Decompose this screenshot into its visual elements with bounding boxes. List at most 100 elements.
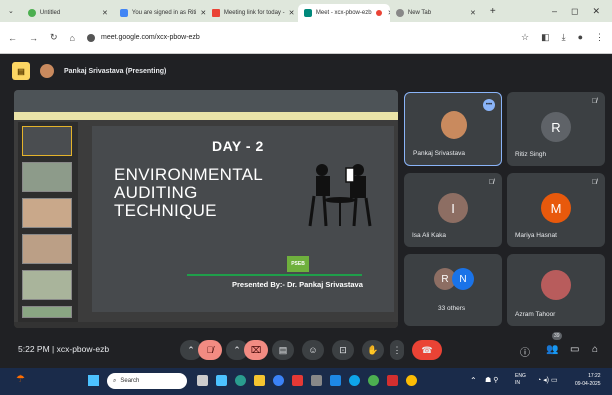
people-icon[interactable]: 👥 bbox=[546, 344, 558, 355]
leave-call-button[interactable]: ☎ bbox=[412, 340, 442, 360]
app-icon[interactable] bbox=[292, 375, 303, 386]
participant-avatar: R bbox=[541, 112, 571, 142]
present-button[interactable]: ⊡ bbox=[332, 340, 354, 360]
mic-toggle-button[interactable]: 🎙̸ bbox=[198, 340, 222, 360]
address-bar: ← → ↻ ⌂ meet.google.com/xcx-pbow-ezb ☆ ◧… bbox=[0, 22, 612, 54]
chrome-taskbar-icon[interactable] bbox=[368, 375, 379, 386]
slide-thumbnail bbox=[22, 126, 72, 156]
presentation-icon: ▤ bbox=[12, 62, 30, 80]
presenter-bar: ▤ Pankaj Srivastava (Presenting) bbox=[0, 56, 612, 86]
url-field[interactable]: meet.google.com/xcx-pbow-ezb bbox=[86, 26, 509, 49]
participant-tile-mariya[interactable]: 🎙̸ M Mariya Hasnat bbox=[507, 173, 605, 247]
tab-meet[interactable]: Meet - xcx-pbow-ezb ✕ bbox=[297, 4, 390, 22]
slide-thumbnails bbox=[18, 122, 78, 322]
mic-off-icon: 🎙̸ bbox=[488, 179, 494, 186]
slide-thumbnail bbox=[22, 270, 72, 300]
more-options-icon[interactable]: ••• bbox=[483, 99, 495, 111]
tab-meeting-link[interactable]: Meeting link for today - ✕ bbox=[206, 4, 298, 22]
mic-off-icon: 🎙̸ bbox=[591, 98, 597, 105]
network-volume-icons[interactable]: ◔ ◂) ▭ bbox=[537, 376, 558, 384]
powerpoint-toolbar bbox=[14, 90, 398, 112]
weather-icon[interactable]: ☂ bbox=[16, 374, 25, 385]
window-controls: – ◻ ✕ bbox=[552, 6, 612, 17]
emoji-button[interactable]: ☺ bbox=[302, 340, 324, 360]
participant-avatar: N bbox=[452, 268, 474, 290]
meet-icon bbox=[303, 9, 312, 17]
close-icon[interactable]: ✕ bbox=[102, 9, 108, 17]
gmail-icon bbox=[211, 9, 220, 17]
back-icon[interactable]: ← bbox=[8, 33, 17, 43]
participant-photo bbox=[441, 111, 467, 139]
presenter-avatar bbox=[40, 64, 54, 78]
powerpoint-status-bar bbox=[14, 322, 398, 328]
chrome-taskbar-icon[interactable] bbox=[406, 375, 417, 386]
tab-untitled[interactable]: Untitled ✕ bbox=[22, 4, 114, 22]
extensions-icon[interactable]: ◧ bbox=[541, 32, 550, 43]
people-at-table-illustration bbox=[308, 164, 372, 227]
participant-tile-isa[interactable]: 🎙̸ I Isa Ali Kaka bbox=[404, 173, 502, 247]
info-icon[interactable]: ⓘ bbox=[520, 344, 530, 359]
divider bbox=[187, 274, 362, 276]
app-icon[interactable] bbox=[330, 375, 341, 386]
participant-avatar: I bbox=[438, 193, 468, 223]
participant-photo bbox=[541, 270, 571, 300]
profile-icon[interactable]: ● bbox=[578, 32, 583, 43]
tab-signed-in[interactable]: You are signed in as Riti ✕ bbox=[114, 4, 206, 22]
slide-thumbnail bbox=[22, 234, 72, 264]
participant-avatar: M bbox=[541, 193, 571, 223]
chat-icon[interactable]: ▭ bbox=[570, 344, 579, 355]
minimize-icon[interactable]: – bbox=[552, 6, 557, 17]
camera-toggle-button[interactable]: ⌧ bbox=[244, 340, 268, 360]
meeting-controls-bar: 5:22 PM | xcx-pbow-ezb ⌃ 🎙̸ ⌃ ⌧ ▤ ☺ ⊡ ✋ … bbox=[0, 330, 612, 368]
home-icon[interactable]: ⌂ bbox=[70, 33, 75, 43]
site-info-icon[interactable] bbox=[86, 33, 95, 42]
taskbar-search[interactable]: ⌕ Search bbox=[107, 373, 187, 389]
file-explorer-icon[interactable] bbox=[254, 375, 265, 386]
activities-icon[interactable]: ⌂ bbox=[592, 344, 598, 355]
meeting-time: 5:22 PM | xcx-pbow-ezb bbox=[18, 344, 110, 354]
system-clock[interactable]: 17:22 09-04-2025 bbox=[575, 372, 601, 388]
tray-chevron-icon[interactable]: ⌃ bbox=[470, 376, 477, 385]
task-view-icon[interactable] bbox=[197, 375, 208, 386]
participant-tile-azram[interactable]: Azram Tahoor bbox=[507, 254, 605, 326]
slide-title: ENVIRONMENTAL AUDITING TECHNIQUE bbox=[114, 165, 264, 220]
participant-tile-pankaj[interactable]: ••• Pankaj Srivastava bbox=[404, 92, 502, 166]
language-indicator[interactable]: ENG IN bbox=[515, 373, 526, 387]
tray-icons[interactable]: ☗ ⚲ bbox=[485, 376, 498, 384]
windows-taskbar: ☂ ⌕ Search ⌃ ☗ ⚲ ENG IN ◔ ◂) ▭ 17:22 09-… bbox=[0, 368, 612, 395]
download-icon[interactable]: ⤓ bbox=[562, 32, 566, 43]
presented-by: Presented By:- Dr. Pankaj Srivastava bbox=[232, 280, 363, 289]
maximize-icon[interactable]: ◻ bbox=[571, 6, 578, 17]
bookmark-star-icon[interactable]: ☆ bbox=[521, 32, 529, 43]
forward-icon[interactable]: → bbox=[29, 33, 38, 43]
app-icon[interactable] bbox=[273, 375, 284, 386]
chrome-icon bbox=[395, 9, 404, 17]
google-icon bbox=[119, 9, 128, 17]
new-tab-button[interactable]: + bbox=[482, 6, 504, 17]
acrobat-icon[interactable] bbox=[387, 375, 398, 386]
close-icon[interactable]: ✕ bbox=[289, 9, 295, 17]
slide-day-label: DAY - 2 bbox=[212, 138, 264, 154]
browser-tab-bar: ⌄ Untitled ✕ You are signed in as Riti ✕… bbox=[0, 0, 612, 22]
raise-hand-button[interactable]: ✋ bbox=[362, 340, 384, 360]
participant-tile-ritiz[interactable]: 🎙̸ R Ritiz Singh bbox=[507, 92, 605, 166]
window-close-icon[interactable]: ✕ bbox=[592, 6, 600, 17]
captions-button[interactable]: ▤ bbox=[272, 340, 294, 360]
powerpoint-ribbon bbox=[14, 112, 398, 120]
reload-icon[interactable]: ↻ bbox=[50, 32, 58, 43]
app-icon[interactable] bbox=[311, 375, 322, 386]
more-options-button[interactable]: ⋮ bbox=[390, 340, 404, 360]
menu-icon[interactable]: ⋮ bbox=[595, 32, 604, 43]
close-icon[interactable]: ✕ bbox=[470, 9, 476, 17]
tab-search-icon[interactable]: ⌄ bbox=[0, 7, 22, 15]
app-icon[interactable] bbox=[349, 375, 360, 386]
start-icon[interactable] bbox=[88, 375, 99, 386]
chrome-icon bbox=[27, 9, 36, 17]
pseb-logo: PSEB bbox=[287, 256, 309, 272]
widgets-icon[interactable] bbox=[216, 375, 227, 386]
shared-screen[interactable]: DAY - 2 ENVIRONMENTAL AUDITING TECHNIQUE… bbox=[14, 90, 398, 328]
edge-icon[interactable] bbox=[235, 375, 246, 386]
slide-thumbnail bbox=[22, 162, 72, 192]
participant-tile-others[interactable]: R N 33 others bbox=[404, 254, 502, 326]
tab-new-tab[interactable]: New Tab ✕ bbox=[390, 4, 482, 22]
